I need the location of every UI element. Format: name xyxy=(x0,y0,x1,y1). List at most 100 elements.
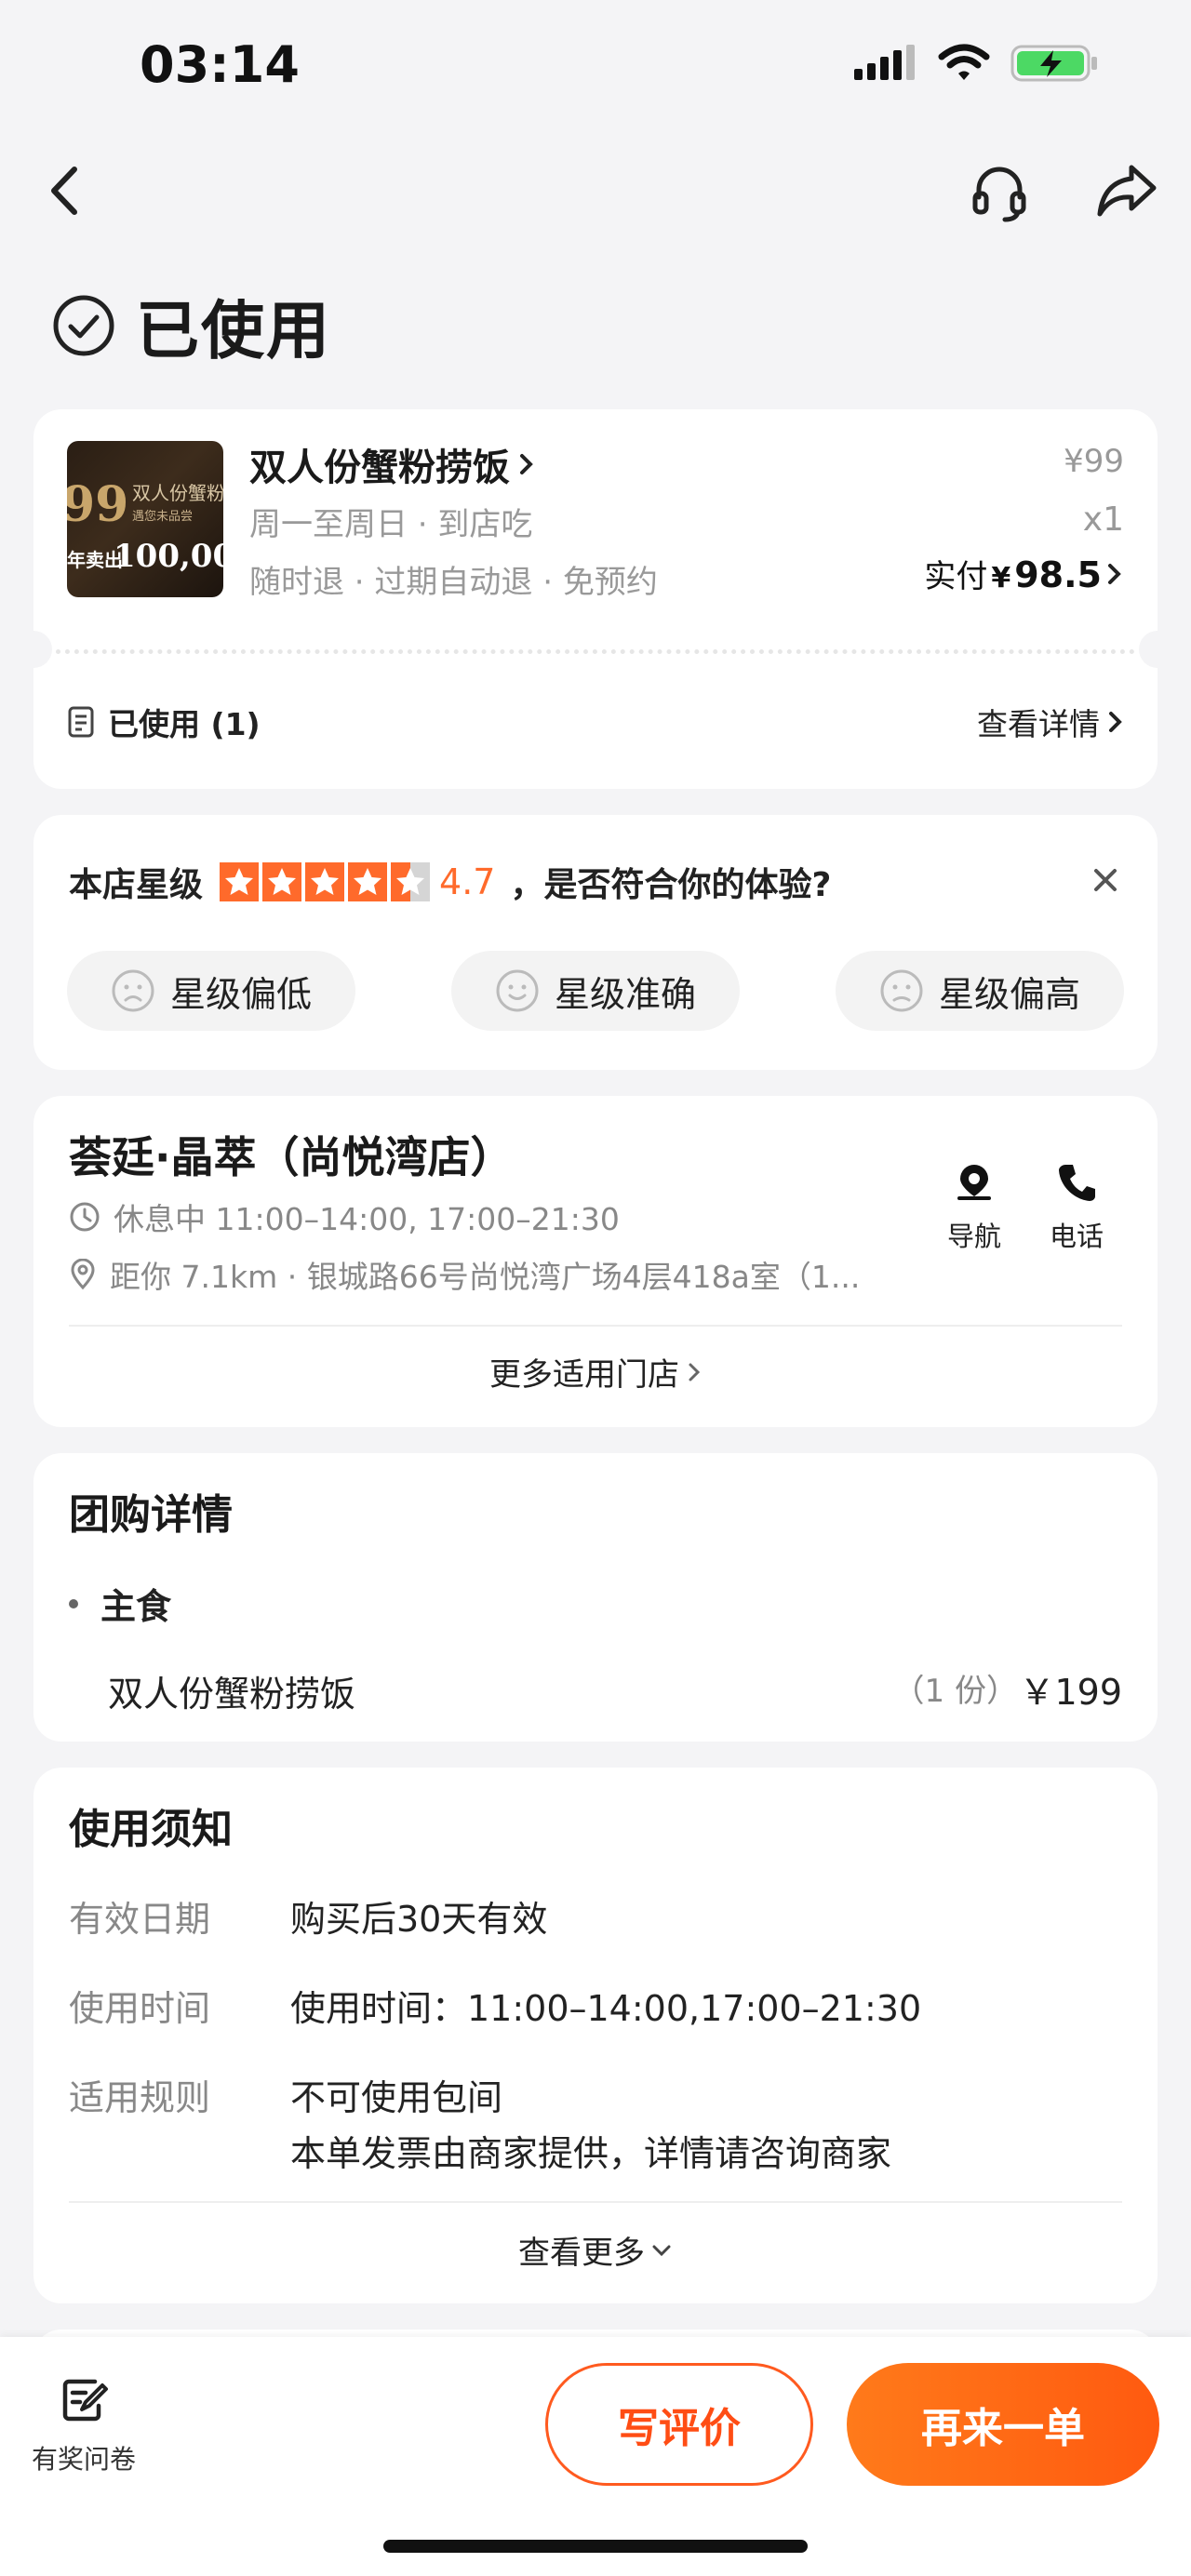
deal-item-quantity: （1 份） xyxy=(892,1673,1018,1710)
status-time: 03:14 xyxy=(140,35,300,94)
sad-face-icon xyxy=(112,969,154,1012)
rating-option-label: 星级偏高 xyxy=(938,973,1080,1015)
view-details-link[interactable]: 查看详情 xyxy=(977,700,1124,744)
chevron-right-icon xyxy=(1108,563,1121,584)
note-value: 本单发票由商家提供，详情请咨询商家 xyxy=(290,2133,892,2174)
ticket-notch-right xyxy=(1139,631,1176,668)
more-shops-label: 更多适用门店 xyxy=(489,1356,679,1394)
rating-feedback-card: 本店星级 4.7 ，是否符合你的体验? 星级偏低 星级准确 星级偏高 xyxy=(33,815,1158,1070)
star-icon xyxy=(220,862,260,901)
note-label: 有效日期 xyxy=(69,1899,211,1940)
rating-accurate-button[interactable]: 星级准确 xyxy=(451,951,740,1031)
wifi-icon xyxy=(938,44,990,80)
rating-question: ，是否符合你的体验? xyxy=(510,866,832,904)
original-price: ¥99 xyxy=(1064,443,1124,480)
star-rating xyxy=(220,862,431,901)
note-label: 使用时间 xyxy=(69,1988,211,2029)
check-circle-icon xyxy=(53,295,114,355)
shop-hours-row: 休息中 11:00–14:00, 17:00–21:30 xyxy=(69,1195,620,1239)
product-name-link[interactable]: 双人份蟹粉捞饭 xyxy=(249,437,536,491)
note-label: 适用规则 xyxy=(69,2077,211,2118)
order-card: 99 双人份蟹粉 遇您未品尝 年卖出 100,00 双人份蟹粉捞饭 周一至周日 … xyxy=(15,409,1176,789)
star-icon xyxy=(262,862,302,901)
deal-category: 主食 xyxy=(69,1578,171,1629)
ticket-notch-left xyxy=(15,631,52,668)
deal-details-card: 团购详情 主食 双人份蟹粉捞饭 （1 份） ￥199 xyxy=(33,1453,1158,1742)
section-title: 团购详情 xyxy=(69,1491,233,1539)
customer-service-icon[interactable] xyxy=(968,160,1031,223)
reorder-button[interactable]: 再来一单 xyxy=(847,2363,1159,2486)
location-pin-icon xyxy=(71,1259,95,1290)
thumb-tag-text: 遇您未品尝 xyxy=(132,510,194,524)
rating-label: 本店星级 xyxy=(69,866,204,904)
survey-edit-icon xyxy=(62,2379,108,2422)
more-shops-link[interactable]: 更多适用门店 xyxy=(33,1349,1158,1395)
rating-option-label: 星级偏低 xyxy=(169,973,312,1015)
star-icon xyxy=(305,862,345,901)
rating-row: 本店星级 4.7 ，是否符合你的体验? xyxy=(69,858,831,906)
rating-too-high-button[interactable]: 星级偏高 xyxy=(836,951,1124,1031)
home-indicator xyxy=(383,2540,808,2553)
thumb-brand-text: 双人份蟹粉 xyxy=(132,482,223,504)
chevron-right-icon xyxy=(520,454,533,474)
survey-button[interactable]: 有奖问卷 xyxy=(32,2374,136,2476)
shop-name[interactable]: 荟廷·晶萃（尚悦湾店） xyxy=(69,1124,513,1185)
chevron-right-icon xyxy=(1109,712,1122,732)
coupon-icon xyxy=(68,706,94,738)
back-icon[interactable] xyxy=(37,158,93,223)
product-thumbnail[interactable]: 99 双人份蟹粉 遇您未品尝 年卖出 100,00 xyxy=(67,441,223,597)
smile-face-icon xyxy=(496,969,539,1012)
chevron-right-icon xyxy=(689,1363,701,1381)
shop-address-row[interactable]: 距你 7.1km · 银城路66号尚悦湾广场4层418a室（1... xyxy=(69,1252,962,1297)
usage-notes-card: 使用须知 有效日期 购买后30天有效 使用时间 使用时间：11:00–14:00… xyxy=(33,1768,1158,2303)
view-details-label: 查看详情 xyxy=(977,706,1100,742)
shop-hours: 休息中 11:00–14:00, 17:00–21:30 xyxy=(114,1201,620,1237)
call-button[interactable]: 电话 xyxy=(1050,1161,1104,1254)
paid-amount-link[interactable]: 实付 ¥ 98.5 xyxy=(924,551,1124,596)
clock-icon xyxy=(70,1202,100,1232)
phone-icon xyxy=(1059,1165,1095,1201)
battery-charging-icon xyxy=(1010,45,1097,82)
paid-amount: 98.5 xyxy=(1014,554,1102,595)
order-status-header: 已使用 xyxy=(52,279,331,371)
bottom-action-bar: 有奖问卷 写评价 再来一单 xyxy=(0,2337,1191,2576)
cellular-signal-icon xyxy=(854,45,915,80)
write-review-button[interactable]: 写评价 xyxy=(545,2363,813,2486)
status-bar: 03:14 xyxy=(0,0,1191,140)
see-more-label: 查看更多 xyxy=(518,2235,645,2272)
note-value: 购买后30天有效 xyxy=(290,1899,548,1940)
frown-face-icon xyxy=(880,969,923,1012)
share-icon[interactable] xyxy=(1094,160,1159,221)
survey-label: 有奖问卷 xyxy=(32,2444,137,2475)
divider xyxy=(69,2201,1122,2203)
paid-label: 实付 xyxy=(924,558,988,595)
section-title: 使用须知 xyxy=(69,1806,233,1853)
deal-item-name: 双人份蟹粉捞饭 xyxy=(108,1674,356,1715)
thumb-big-text: 99 xyxy=(67,476,129,533)
note-value: 不可使用包间 xyxy=(290,2077,503,2118)
status-icons xyxy=(852,43,1100,84)
star-icon xyxy=(348,862,388,901)
navigate-label: 导航 xyxy=(947,1221,1002,1252)
rating-too-low-button[interactable]: 星级偏低 xyxy=(67,951,355,1031)
shop-address: 距你 7.1km · 银城路66号尚悦湾广场4层418a室（1... xyxy=(110,1259,861,1295)
navigation-pin-icon xyxy=(957,1165,991,1200)
ticket-divider xyxy=(56,649,1135,654)
used-count-label: 已使用 (1) xyxy=(108,706,261,742)
deal-category-label: 主食 xyxy=(100,1586,172,1627)
shop-card: 荟廷·晶萃（尚悦湾店） 休息中 11:00–14:00, 17:00–21:30… xyxy=(33,1096,1158,1427)
star-half-icon xyxy=(391,862,431,901)
chevron-down-icon xyxy=(652,2245,671,2256)
bullet-dot xyxy=(69,1598,78,1608)
see-more-link[interactable]: 查看更多 xyxy=(33,2227,1158,2273)
close-icon[interactable] xyxy=(1089,863,1122,897)
note-value: 使用时间：11:00–14:00,17:00–21:30 xyxy=(290,1988,922,2029)
product-name: 双人份蟹粉捞饭 xyxy=(249,447,510,489)
coupon-used-row: 已使用 (1) xyxy=(67,700,261,744)
rating-score: 4.7 xyxy=(439,861,496,902)
deal-item-price: ￥199 xyxy=(1019,1672,1122,1713)
call-label: 电话 xyxy=(1050,1221,1104,1252)
quantity: x1 xyxy=(1082,501,1124,539)
divider xyxy=(69,1325,1122,1327)
navigate-button[interactable]: 导航 xyxy=(947,1161,1001,1254)
